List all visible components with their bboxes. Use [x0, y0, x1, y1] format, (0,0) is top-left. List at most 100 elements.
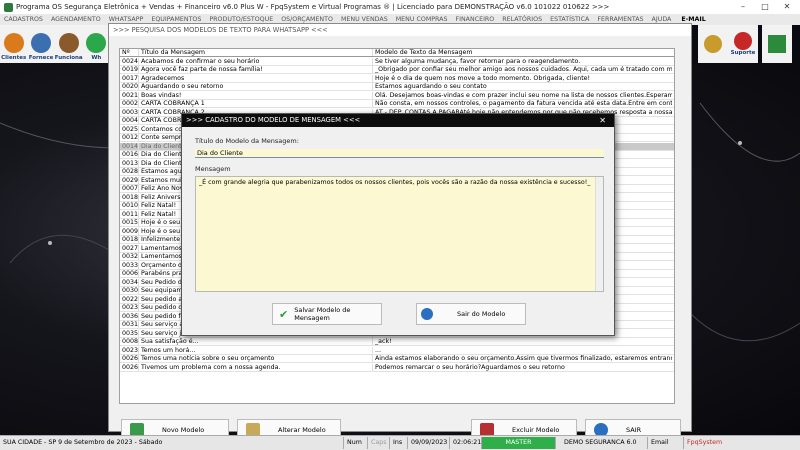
cell-1: 0027 — [122, 244, 139, 252]
cell-1: 0011 — [122, 210, 139, 218]
toolbar-label: Clientes — [1, 55, 27, 61]
cell-1: 0025 — [122, 125, 139, 133]
minimize-button[interactable]: – — [732, 0, 754, 14]
menu-item-10[interactable]: ESTATÍSTICA — [550, 16, 589, 23]
menu-item-9[interactable]: RELATÓRIOS — [502, 16, 542, 23]
save-model-button[interactable]: ✔ Salvar Modelo de Mensagem — [272, 303, 382, 325]
gear-icon — [704, 35, 722, 53]
cell-1: 0033 — [122, 261, 139, 269]
cell-1: 0024 — [122, 57, 139, 65]
cell-1: 0034 — [122, 278, 139, 286]
cell-1: 0016 — [122, 151, 139, 158]
dialog-close-icon[interactable]: ✕ — [599, 114, 606, 127]
exit-model-label: Sair do Modelo — [457, 310, 506, 318]
delete-model-label: Excluir Modelo — [512, 426, 560, 434]
table-row[interactable]: 0020 Aguardando o seu retorno Estamos agua… — [120, 83, 674, 91]
cell-1: 0002 — [122, 100, 139, 107]
cell-1: 0018 — [122, 193, 139, 201]
title-field-label: Título do Modelo da Mensagem: — [195, 137, 299, 145]
cell-1: 0017 — [122, 74, 139, 82]
message-textarea[interactable]: _É com grande alegria que parabenizamos … — [195, 176, 604, 292]
status-time: 02:06:21 — [450, 437, 482, 449]
table-row[interactable]: 0026 Tivemos um problema com a nossa agen… — [120, 363, 674, 372]
menu-item-email[interactable]: E-MAIL — [681, 16, 705, 23]
exit-model-button[interactable]: Sair do Modelo — [416, 303, 526, 325]
message-model-dialog: >>> CADASTRO DO MODELO DE MENSAGEM <<< ✕… — [181, 113, 615, 336]
table-row[interactable]: 0024 Acabamos de confirmar o seu horário S… — [120, 57, 674, 66]
toolbar-button-funciona[interactable]: Funciona — [55, 25, 83, 63]
message-scrollbar[interactable] — [595, 177, 603, 291]
cell-3: ... — [372, 346, 672, 354]
menu-item-0[interactable]: CADASTROS — [4, 16, 43, 23]
cell-3: Olá. Desejamos boas-vindas e com prazer … — [372, 91, 672, 99]
table-row[interactable]: 0019 Agora você faz parte de nossa famíli… — [120, 66, 674, 74]
support-label: Suporte — [730, 50, 756, 56]
toolbar-button-fornece[interactable]: Fornece — [27, 25, 54, 63]
cell-1: 0006 — [122, 270, 139, 277]
cell-1: 0014 — [122, 142, 139, 150]
menu-item-7[interactable]: MENU COMPRAS — [396, 16, 448, 23]
cell-3: Podemos remarcar o seu horário?Aguardamo… — [372, 363, 672, 371]
cell-1: 0004 — [122, 117, 139, 124]
toolbar-label: Wh — [91, 55, 102, 61]
settings-tool[interactable] — [698, 25, 728, 63]
cell-2: Agradecemos — [138, 74, 370, 82]
toolbar-label: Fornece — [28, 55, 54, 61]
maximize-button[interactable]: □ — [754, 0, 776, 14]
menu-item-2[interactable]: WHATSAPP — [109, 16, 144, 23]
exit-tool[interactable] — [762, 25, 792, 63]
cell-1: 0023 — [122, 304, 139, 311]
window-titlebar: Programa OS Segurança Eletrônica + Venda… — [0, 0, 800, 14]
menu-item-11[interactable]: FERRAMENTAS — [597, 16, 643, 23]
menu-item-1[interactable]: AGENDAMENTO — [51, 16, 101, 23]
app-icon — [4, 2, 13, 12]
window-title: Programa OS Segurança Eletrônica + Venda… — [16, 3, 610, 11]
cell-1: 0003 — [122, 108, 139, 116]
menu-item-3[interactable]: EQUIPAMENTOS — [151, 16, 201, 23]
table-row[interactable]: 0017 Agradecemos Hoje é o dia de quem nos … — [120, 74, 674, 83]
table-header[interactable]: Nº Título da Mensagem Modelo de Texto da M… — [120, 49, 674, 57]
table-row[interactable]: 0008 Sua satisfação é... _ack! — [120, 338, 674, 346]
cell-2: Tivemos um problema com a nossa agenda. — [138, 363, 370, 371]
menu-item-8[interactable]: FINANCEIRO — [455, 16, 494, 23]
support-tool[interactable]: Suporte — [728, 25, 758, 63]
cell-2: Temos uma notícia sobre o seu orçamento — [138, 355, 370, 362]
checkmark-icon: ✔ — [279, 307, 289, 321]
cell-1: 0015 — [122, 219, 139, 226]
toolbar-label: Funciona — [54, 55, 83, 61]
cell-2: Agora você faz parte de nossa família! — [138, 66, 370, 73]
cell-1: 0019 — [122, 66, 139, 73]
search-window-title: >>> PESQUISA DOS MODELOS DE TEXTO PARA W… — [109, 24, 691, 36]
cell-2: CARTA COBRANÇA 1 — [138, 100, 370, 107]
status-caps: Caps — [368, 437, 390, 449]
cell-1: 0023 — [122, 346, 139, 354]
support-icon — [734, 32, 752, 50]
menu-item-6[interactable]: MENU VENDAS — [341, 16, 388, 23]
status-bar: SUA CIDADE - SP 9 de Setembro de 2023 - … — [0, 435, 800, 450]
cell-1: 0026 — [122, 363, 139, 371]
title-field[interactable]: Dia do Cliente — [195, 149, 604, 158]
cell-1: 0013 — [122, 159, 139, 167]
close-window-button[interactable]: ✕ — [776, 0, 798, 14]
table-row[interactable]: 0002 CARTA COBRANÇA 1 Não consta, em nosso… — [120, 100, 674, 108]
menu-item-5[interactable]: OS/ORÇAMENTO — [281, 16, 333, 23]
exit-icon — [768, 35, 786, 53]
toolbar-button-clientes[interactable]: Clientes — [0, 25, 27, 63]
table-row[interactable]: 0021 Boas vindas! Olá. Desejamos boas-vind… — [120, 91, 674, 100]
cell-1: 0018 — [122, 236, 139, 243]
message-field-label: Mensagem — [195, 165, 231, 173]
table-row[interactable]: 0026 Temos uma notícia sobre o seu orçame… — [120, 355, 674, 363]
menu-item-12[interactable]: AJUDA — [652, 16, 672, 23]
status-date: 09/09/2023 — [408, 437, 450, 449]
toolbar: Clientes Fornece Funciona Wh — [0, 25, 110, 63]
cell-3: _ack! — [372, 338, 672, 345]
cell-1: 0009 — [122, 227, 139, 235]
menu-item-4[interactable]: PRODUTO/ESTOQUE — [209, 16, 273, 23]
status-email[interactable]: Email — [648, 437, 684, 449]
status-num: Num — [344, 437, 368, 449]
cell-1: 0007 — [122, 185, 139, 192]
table-row[interactable]: 0023 Temos um horá...... — [120, 346, 674, 355]
toolbar-button-wh[interactable]: Wh — [83, 25, 110, 63]
cell-2: Título da Mensagem — [138, 49, 370, 56]
cell-1: 0020 — [122, 83, 139, 90]
